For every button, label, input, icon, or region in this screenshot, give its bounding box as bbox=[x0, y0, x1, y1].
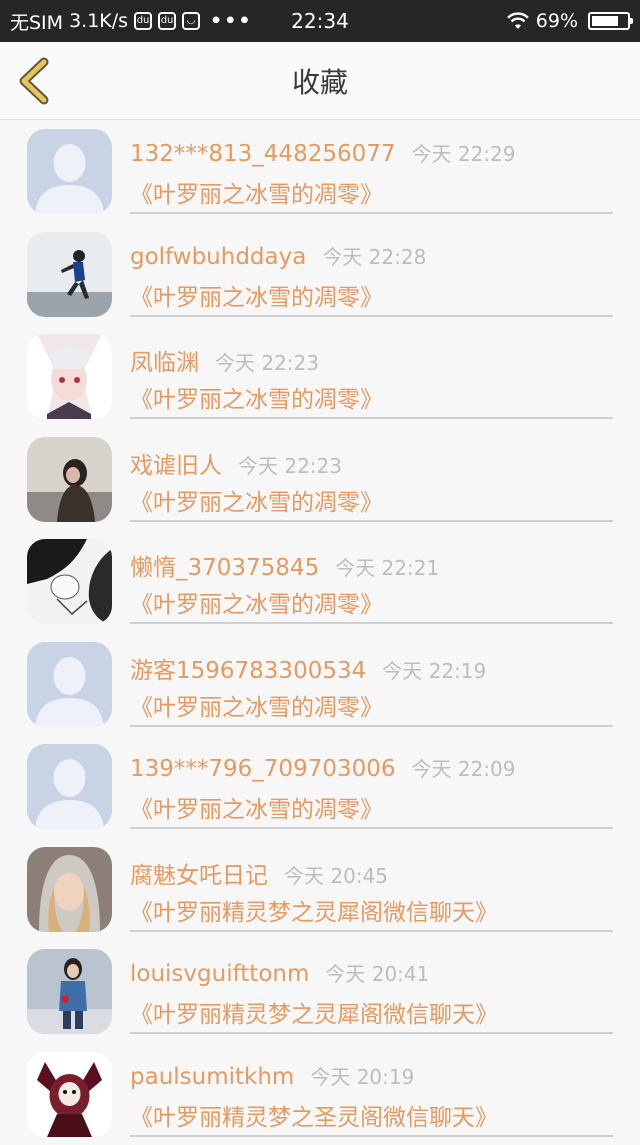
user-name[interactable]: 懒惰_370375845 bbox=[130, 555, 319, 581]
list-item[interactable]: 游客1596783300534 今天 22:19 《叶罗丽之冰雪的凋零》 bbox=[0, 633, 640, 736]
runner-photo-icon bbox=[27, 232, 112, 317]
list-item[interactable]: 凤临渊今天 22:23 《叶罗丽之冰雪的凋零》 bbox=[0, 325, 640, 428]
timestamp: 今天 20:41 bbox=[325, 962, 429, 986]
battery-icon bbox=[588, 12, 630, 30]
more-notifications: ••• bbox=[210, 10, 252, 32]
user-name[interactable]: 游客1596783300534 bbox=[130, 658, 366, 684]
story-title[interactable]: 《叶罗丽之冰雪的凋零》 bbox=[130, 585, 383, 619]
timestamp: 今天 22:29 bbox=[412, 142, 516, 166]
story-title[interactable]: 《叶罗丽精灵梦之灵犀阁微信聊天》 bbox=[130, 995, 498, 1029]
avatar[interactable] bbox=[27, 642, 112, 727]
hooded-girl-photo-icon bbox=[27, 847, 112, 932]
avatar[interactable] bbox=[27, 847, 112, 932]
back-button[interactable] bbox=[14, 56, 54, 106]
item-content: 腐魅女吒日记今天 20:45 《叶罗丽精灵梦之灵犀阁微信聊天》 bbox=[130, 838, 613, 932]
story-title[interactable]: 《叶罗丽之冰雪的凋零》 bbox=[130, 790, 383, 824]
status-left: 无SIM 3.1K/s du du ◡ ••• bbox=[10, 8, 252, 35]
bag-icon: ◡ bbox=[182, 12, 200, 30]
user-name[interactable]: paulsumitkhm bbox=[130, 1064, 294, 1090]
user-name[interactable]: louisvguifttonm bbox=[130, 961, 309, 987]
timestamp: 今天 22:19 bbox=[382, 659, 486, 683]
girl-photo-icon bbox=[27, 437, 112, 522]
user-name[interactable]: 132***813_448256077 bbox=[130, 141, 396, 167]
network-speed: 3.1K/s bbox=[69, 10, 128, 32]
anime-avatar-icon bbox=[27, 334, 112, 419]
timestamp: 今天 22:21 bbox=[335, 556, 439, 580]
user-name[interactable]: 139***796_709703006 bbox=[130, 756, 396, 782]
favorites-list: 132***813_448256077今天 22:29 《叶罗丽之冰雪的凋零》 … bbox=[0, 120, 640, 1145]
avatar[interactable] bbox=[27, 232, 112, 317]
avatar[interactable] bbox=[27, 1052, 112, 1137]
sketch-avatar-icon bbox=[27, 539, 112, 624]
story-title[interactable]: 《叶罗丽之冰雪的凋零》 bbox=[130, 175, 383, 209]
story-title[interactable]: 《叶罗丽精灵梦之灵犀阁微信聊天》 bbox=[130, 893, 498, 927]
item-content: golfwbuhddaya 今天 22:28 《叶罗丽之冰雪的凋零》 bbox=[130, 223, 613, 317]
nav-bar: 收藏 bbox=[0, 42, 640, 120]
user-name[interactable]: 腐魅女吒日记 bbox=[130, 863, 268, 889]
story-title[interactable]: 《叶罗丽之冰雪的凋零》 bbox=[130, 483, 383, 517]
list-item[interactable]: 139***796_709703006 今天 22:09 《叶罗丽之冰雪的凋零》 bbox=[0, 735, 640, 838]
avatar[interactable] bbox=[27, 949, 112, 1034]
item-content: 139***796_709703006 今天 22:09 《叶罗丽之冰雪的凋零》 bbox=[130, 735, 613, 829]
item-content: 懒惰_370375845 今天 22:21 《叶罗丽之冰雪的凋零》 bbox=[130, 530, 613, 624]
avatar[interactable] bbox=[27, 437, 112, 522]
story-title[interactable]: 《叶罗丽之冰雪的凋零》 bbox=[130, 380, 383, 414]
story-title[interactable]: 《叶罗丽之冰雪的凋零》 bbox=[130, 688, 383, 722]
notification-icon: du bbox=[134, 12, 152, 30]
item-content: 132***813_448256077 今天 22:29 《叶罗丽之冰雪的凋零》 bbox=[130, 120, 613, 214]
list-item[interactable]: 戏谑旧人今天 22:23 《叶罗丽之冰雪的凋零》 bbox=[0, 428, 640, 531]
item-content: louisvguifttonm 今天 20:41 《叶罗丽精灵梦之灵犀阁微信聊天》 bbox=[130, 940, 613, 1034]
list-item[interactable]: 腐魅女吒日记今天 20:45 《叶罗丽精灵梦之灵犀阁微信聊天》 bbox=[0, 838, 640, 941]
list-item[interactable]: golfwbuhddaya 今天 22:28 《叶罗丽之冰雪的凋零》 bbox=[0, 223, 640, 326]
page-title: 收藏 bbox=[292, 61, 348, 101]
list-item[interactable]: 132***813_448256077 今天 22:29 《叶罗丽之冰雪的凋零》 bbox=[0, 120, 640, 223]
timestamp: 今天 22:28 bbox=[322, 245, 426, 269]
timestamp: 今天 20:45 bbox=[284, 864, 388, 888]
default-avatar-icon bbox=[27, 642, 112, 727]
story-title[interactable]: 《叶罗丽之冰雪的凋零》 bbox=[130, 278, 383, 312]
timestamp: 今天 20:19 bbox=[310, 1065, 414, 1089]
street-girl-photo-icon bbox=[27, 949, 112, 1034]
list-item[interactable]: louisvguifttonm 今天 20:41 《叶罗丽精灵梦之灵犀阁微信聊天》 bbox=[0, 940, 640, 1043]
default-avatar-icon bbox=[27, 744, 112, 829]
avatar[interactable] bbox=[27, 539, 112, 624]
item-content: 凤临渊今天 22:23 《叶罗丽之冰雪的凋零》 bbox=[130, 325, 613, 419]
status-bar: 无SIM 3.1K/s du du ◡ ••• 22:34 69% bbox=[0, 0, 640, 42]
chevron-left-icon bbox=[14, 56, 54, 106]
carrier-label: 无SIM bbox=[10, 8, 63, 35]
list-item[interactable]: 懒惰_370375845 今天 22:21 《叶罗丽之冰雪的凋零》 bbox=[0, 530, 640, 633]
user-name[interactable]: 凤临渊 bbox=[130, 350, 199, 376]
wifi-icon bbox=[506, 12, 530, 30]
avatar[interactable] bbox=[27, 744, 112, 829]
battery-percent: 69% bbox=[536, 10, 578, 32]
avatar[interactable] bbox=[27, 334, 112, 419]
list-item[interactable]: paulsumitkhm 今天 20:19 《叶罗丽精灵梦之圣灵阁微信聊天》 bbox=[0, 1043, 640, 1145]
story-title[interactable]: 《叶罗丽精灵梦之圣灵阁微信聊天》 bbox=[130, 1098, 498, 1132]
timestamp: 今天 22:09 bbox=[412, 757, 516, 781]
user-name[interactable]: 戏谑旧人 bbox=[130, 453, 222, 479]
notification-icon: du bbox=[158, 12, 176, 30]
avatar[interactable] bbox=[27, 129, 112, 214]
demon-avatar-icon bbox=[27, 1052, 112, 1137]
default-avatar-icon bbox=[27, 129, 112, 214]
status-right: 69% bbox=[506, 10, 630, 32]
timestamp: 今天 22:23 bbox=[238, 454, 342, 478]
item-content: 戏谑旧人今天 22:23 《叶罗丽之冰雪的凋零》 bbox=[130, 428, 613, 522]
timestamp: 今天 22:23 bbox=[215, 351, 319, 375]
user-name[interactable]: golfwbuhddaya bbox=[130, 244, 306, 270]
item-content: 游客1596783300534 今天 22:19 《叶罗丽之冰雪的凋零》 bbox=[130, 633, 613, 727]
item-content: paulsumitkhm 今天 20:19 《叶罗丽精灵梦之圣灵阁微信聊天》 bbox=[130, 1043, 613, 1137]
